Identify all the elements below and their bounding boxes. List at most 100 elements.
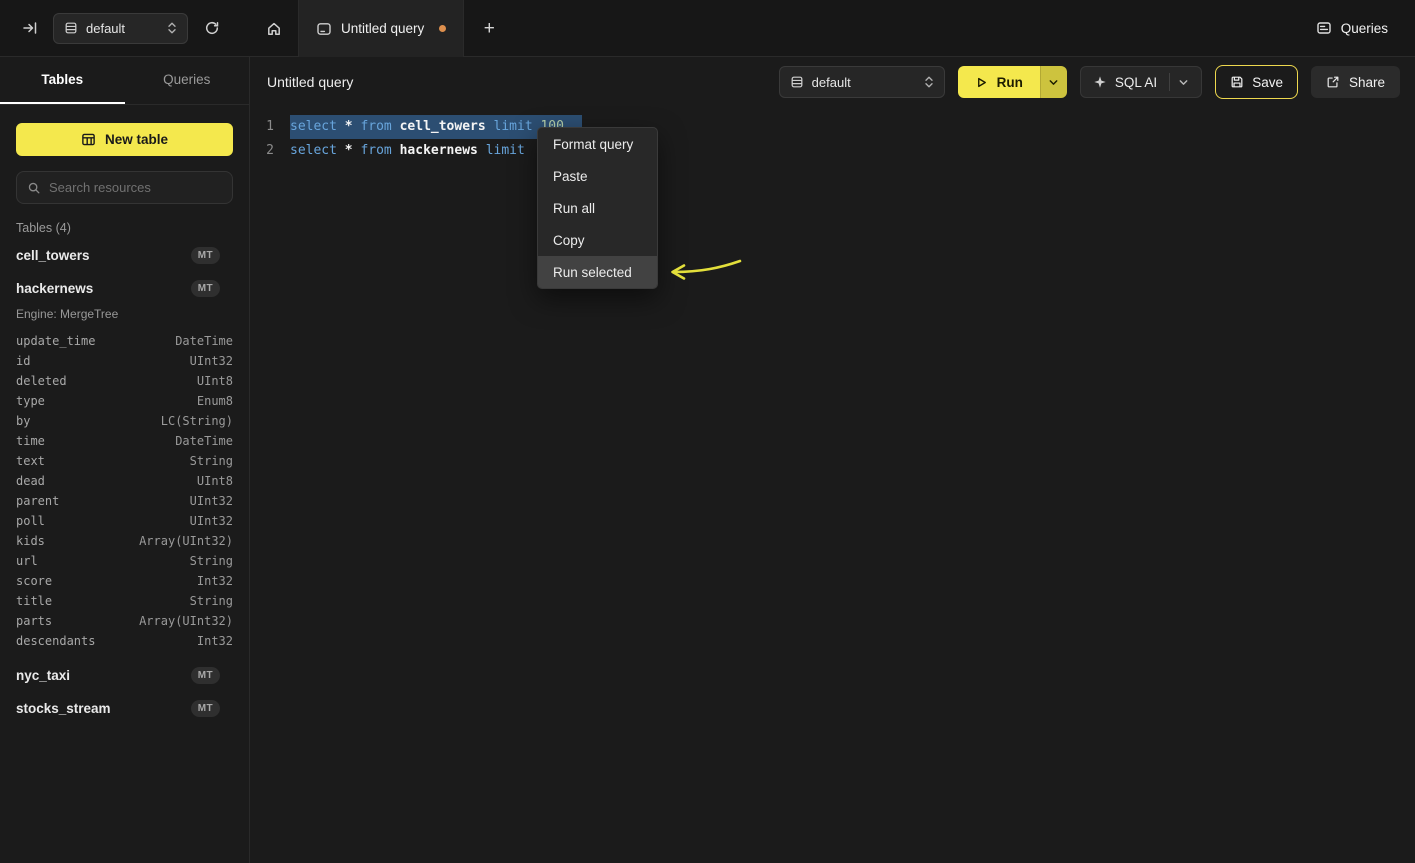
database-selector-label: default bbox=[86, 21, 125, 36]
sidebar-tab-queries[interactable]: Queries bbox=[125, 57, 250, 104]
editor-lines: 1select * from cell_towers limit 1002sel… bbox=[250, 115, 1415, 163]
sql-editor[interactable]: 1select * from cell_towers limit 1002sel… bbox=[250, 107, 1415, 163]
table-grid-icon bbox=[81, 132, 96, 147]
column-row[interactable]: typeEnum8 bbox=[16, 391, 233, 411]
divider bbox=[1169, 73, 1170, 91]
new-table-button[interactable]: New table bbox=[16, 123, 233, 156]
play-icon bbox=[975, 76, 988, 89]
code-token: * bbox=[345, 143, 353, 158]
code-token: from bbox=[360, 119, 391, 134]
context-menu-item-copy[interactable]: Copy bbox=[538, 224, 657, 256]
code-token: * bbox=[345, 119, 353, 134]
unsaved-changes-dot bbox=[439, 25, 446, 32]
column-name: id bbox=[16, 354, 30, 368]
run-options-button[interactable] bbox=[1040, 66, 1067, 98]
column-type: Int32 bbox=[197, 574, 233, 588]
run-button[interactable]: Run bbox=[958, 66, 1040, 98]
sql-ai-icon bbox=[1093, 75, 1107, 89]
column-type: Int32 bbox=[197, 634, 233, 648]
column-row[interactable]: deadUInt8 bbox=[16, 471, 233, 491]
run-button-group: Run bbox=[958, 66, 1067, 98]
share-button-label: Share bbox=[1349, 75, 1385, 90]
column-name: parts bbox=[16, 614, 52, 628]
column-row[interactable]: descendants Int32 bbox=[16, 631, 233, 651]
column-name: type bbox=[16, 394, 45, 408]
context-menu: Format queryPasteRun allCopyRun selected bbox=[537, 127, 658, 289]
table-name: stocks_stream bbox=[16, 701, 111, 716]
column-name: time bbox=[16, 434, 45, 448]
column-row[interactable]: scoreInt32 bbox=[16, 571, 233, 591]
code-token bbox=[337, 143, 345, 158]
search-input[interactable] bbox=[49, 180, 225, 195]
database-selector[interactable]: default bbox=[53, 13, 188, 44]
sidebar-tabs: Tables Queries bbox=[0, 57, 249, 105]
engine-badge: MT bbox=[191, 667, 220, 684]
share-button[interactable]: Share bbox=[1311, 66, 1400, 98]
column-name: url bbox=[16, 554, 38, 568]
column-name: descendants bbox=[16, 634, 95, 648]
table-row[interactable]: cell_towersMT bbox=[16, 239, 233, 272]
tables-list: cell_towersMThackernewsMTEngine: MergeTr… bbox=[16, 239, 233, 725]
column-type: UInt32 bbox=[190, 514, 233, 528]
collapse-sidebar-icon[interactable] bbox=[22, 20, 38, 36]
engine-badge: MT bbox=[191, 247, 220, 264]
column-row[interactable]: idUInt32 bbox=[16, 351, 233, 371]
code-line[interactable]: 1select * from cell_towers limit 100 bbox=[250, 115, 1415, 139]
table-row[interactable]: hackernewsMT bbox=[16, 272, 233, 305]
tab-home[interactable] bbox=[250, 0, 298, 57]
column-row[interactable]: urlString bbox=[16, 551, 233, 571]
column-name: deleted bbox=[16, 374, 67, 388]
search-icon bbox=[27, 181, 41, 195]
queries-icon bbox=[1316, 20, 1332, 36]
new-tab-button[interactable]: + bbox=[464, 0, 514, 57]
column-row[interactable]: kidsArray(UInt32) bbox=[16, 531, 233, 551]
sidebar: Tables Queries New table Tables (4) cell… bbox=[0, 57, 250, 863]
context-menu-item-run-selected[interactable]: Run selected bbox=[538, 256, 657, 288]
column-row[interactable]: poll UInt32 bbox=[16, 511, 233, 531]
query-header: Untitled query default bbox=[250, 57, 1415, 107]
annotation-arrow bbox=[660, 255, 750, 289]
column-row[interactable]: partsArray(UInt32) bbox=[16, 611, 233, 631]
column-row[interactable]: parentUInt32 bbox=[16, 491, 233, 511]
context-menu-item-run-all[interactable]: Run all bbox=[538, 192, 657, 224]
column-type: String bbox=[190, 594, 233, 608]
column-name: title bbox=[16, 594, 52, 608]
chevron-updown-icon bbox=[924, 75, 934, 89]
table-row[interactable]: stocks_streamMT bbox=[16, 692, 233, 725]
column-row[interactable]: deletedUInt8 bbox=[16, 371, 233, 391]
engine-badge: MT bbox=[191, 280, 220, 297]
column-row[interactable]: timeDateTime bbox=[16, 431, 233, 451]
table-row[interactable]: nyc_taxiMT bbox=[16, 659, 233, 692]
sidebar-tab-tables[interactable]: Tables bbox=[0, 57, 125, 104]
column-row[interactable]: update_time DateTime bbox=[16, 331, 233, 351]
code-line[interactable]: 2select * from hackernews limit bbox=[250, 139, 1415, 163]
context-menu-item-paste[interactable]: Paste bbox=[538, 160, 657, 192]
query-database-selector[interactable]: default bbox=[779, 66, 945, 98]
home-icon bbox=[266, 21, 282, 37]
chevron-down-icon[interactable] bbox=[1178, 77, 1189, 88]
column-row[interactable]: textString bbox=[16, 451, 233, 471]
code-token: limit bbox=[494, 119, 533, 134]
code-token bbox=[337, 119, 345, 134]
refresh-icon[interactable] bbox=[204, 20, 220, 36]
sql-ai-button[interactable]: SQL AI bbox=[1080, 66, 1202, 98]
database-icon bbox=[64, 21, 78, 35]
column-row[interactable]: title String bbox=[16, 591, 233, 611]
column-name: update_time bbox=[16, 334, 95, 348]
save-icon bbox=[1230, 75, 1244, 89]
save-button[interactable]: Save bbox=[1215, 65, 1298, 99]
context-menu-item-format-query[interactable]: Format query bbox=[538, 128, 657, 160]
tab-label: Untitled query bbox=[341, 21, 424, 36]
column-name: poll bbox=[16, 514, 45, 528]
code-token bbox=[486, 119, 494, 134]
column-type: DateTime bbox=[175, 334, 233, 348]
code-token: from bbox=[360, 143, 391, 158]
query-database-selector-label: default bbox=[812, 75, 851, 90]
code-token: hackernews bbox=[400, 143, 478, 158]
tab-untitled-query[interactable]: Untitled query bbox=[298, 0, 464, 57]
queries-button[interactable]: Queries bbox=[1316, 20, 1388, 36]
column-type: UInt8 bbox=[197, 474, 233, 488]
search-box bbox=[16, 171, 233, 204]
code-token: cell_towers bbox=[400, 119, 486, 134]
column-row[interactable]: byLC(String) bbox=[16, 411, 233, 431]
